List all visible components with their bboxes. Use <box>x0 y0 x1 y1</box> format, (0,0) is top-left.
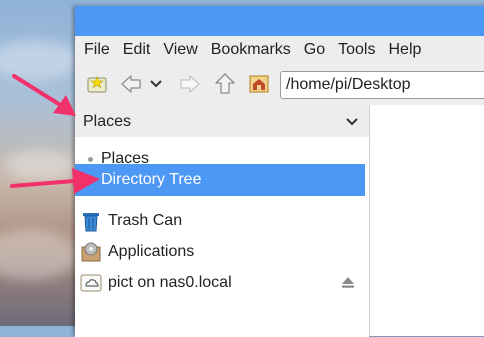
forward-button[interactable] <box>178 72 202 96</box>
menu-file[interactable]: File <box>84 41 110 59</box>
annotation-arrow <box>12 74 76 116</box>
menu-help[interactable]: Help <box>388 41 421 59</box>
sidebar-mode-selector[interactable]: Places <box>75 107 369 137</box>
list-item-network-share[interactable]: pict on nas0.local <box>75 268 369 298</box>
forward-icon <box>180 75 200 93</box>
history-dropdown-button[interactable] <box>147 72 165 96</box>
list-item-label: Applications <box>108 243 195 260</box>
network-drive-icon <box>80 272 102 294</box>
menu-bookmarks[interactable]: Bookmarks <box>211 41 291 59</box>
location-input[interactable]: /home/pi/Desktop <box>280 71 484 99</box>
list-item-label: pict on nas0.local <box>108 274 232 291</box>
bullet-icon <box>88 156 93 162</box>
eject-icon <box>342 277 354 288</box>
chevron-down-icon <box>150 80 162 88</box>
background-cloud <box>5 150 75 180</box>
toolbar: /home/pi/Desktop <box>75 66 484 102</box>
menu-go[interactable]: Go <box>304 41 325 59</box>
new-tab-icon <box>87 76 107 93</box>
file-manager-window: File Edit View Bookmarks Go Tools Help /… <box>75 6 484 337</box>
trash-icon <box>80 210 102 232</box>
menu-tools[interactable]: Tools <box>338 41 375 59</box>
home-button[interactable] <box>247 72 271 96</box>
applications-icon <box>80 241 102 263</box>
home-icon <box>249 75 269 93</box>
up-button[interactable] <box>213 72 237 96</box>
menu-bar: File Edit View Bookmarks Go Tools Help <box>75 36 484 64</box>
side-pane: Places Directory Tree Trash Can Applicat… <box>75 137 369 337</box>
eject-button[interactable] <box>341 275 355 294</box>
list-item-label: Trash Can <box>108 212 183 229</box>
up-icon <box>215 73 235 94</box>
list-item-applications[interactable]: Applications <box>75 237 365 267</box>
menu-view[interactable]: View <box>163 41 197 59</box>
back-button[interactable] <box>119 72 143 96</box>
title-bar[interactable] <box>75 6 484 36</box>
background-cloud <box>0 40 80 80</box>
back-icon <box>121 75 141 93</box>
file-view-pane[interactable] <box>369 105 484 336</box>
list-item-directory-tree[interactable]: Directory Tree <box>75 164 365 196</box>
list-item-label: Directory Tree <box>101 171 202 188</box>
chevron-down-icon <box>346 118 358 126</box>
list-item-trash-can[interactable]: Trash Can <box>75 206 365 236</box>
sidebar-mode-label: Places <box>83 113 132 130</box>
menu-edit[interactable]: Edit <box>123 41 151 59</box>
background-cloud <box>0 230 80 280</box>
new-tab-button[interactable] <box>85 72 109 96</box>
